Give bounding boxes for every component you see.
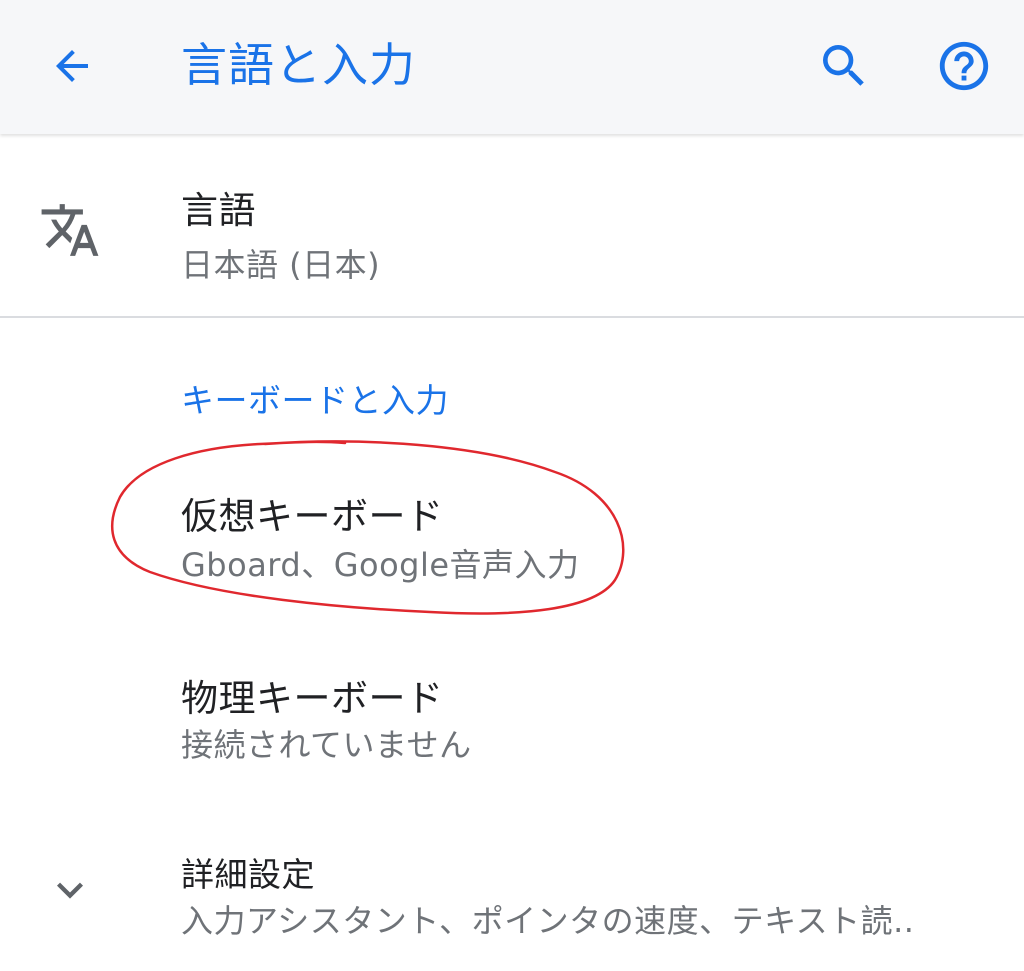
virtual-keyboard-summary: Gboard、Google音声入力 <box>181 546 580 584</box>
advanced-summary: 入力アシスタント、ポインタの速度、テキスト読.. <box>181 902 915 940</box>
virtual-keyboard-title: 仮想キーボード <box>181 495 444 538</box>
physical-keyboard-summary: 接続されていません <box>181 726 472 764</box>
divider <box>0 316 1024 318</box>
physical-keyboard-row[interactable]: 物理キーボード 接続されていません <box>0 640 1024 790</box>
advanced-title: 詳細設定 <box>181 855 315 894</box>
settings-screen: 言語と入力 言語 日本語 (日本) キーボードと入力 仮想キーボード Gboar… <box>0 0 1024 971</box>
language-setting-row[interactable]: 言語 日本語 (日本) <box>0 150 1024 315</box>
search-icon <box>823 45 864 86</box>
advanced-settings-row[interactable]: 詳細設定 入力アシスタント、ポインタの速度、テキスト読.. <box>0 820 1024 971</box>
page-title: 言語と入力 <box>181 38 416 92</box>
help-button[interactable] <box>928 30 1000 102</box>
chevron-down-icon <box>30 850 110 930</box>
keyboard-section-header: キーボードと入力 <box>181 381 449 420</box>
physical-keyboard-title: 物理キーボード <box>181 677 444 720</box>
help-circle-icon <box>939 41 989 91</box>
app-bar: 言語と入力 <box>0 0 1024 134</box>
arrow-back-icon <box>56 50 88 82</box>
language-summary: 日本語 (日本) <box>181 246 381 284</box>
translate-icon <box>30 190 110 270</box>
search-button[interactable] <box>808 30 880 102</box>
language-title: 言語 <box>181 189 256 232</box>
back-button[interactable] <box>34 28 110 104</box>
virtual-keyboard-row[interactable]: 仮想キーボード Gboard、Google音声入力 <box>0 450 1024 610</box>
